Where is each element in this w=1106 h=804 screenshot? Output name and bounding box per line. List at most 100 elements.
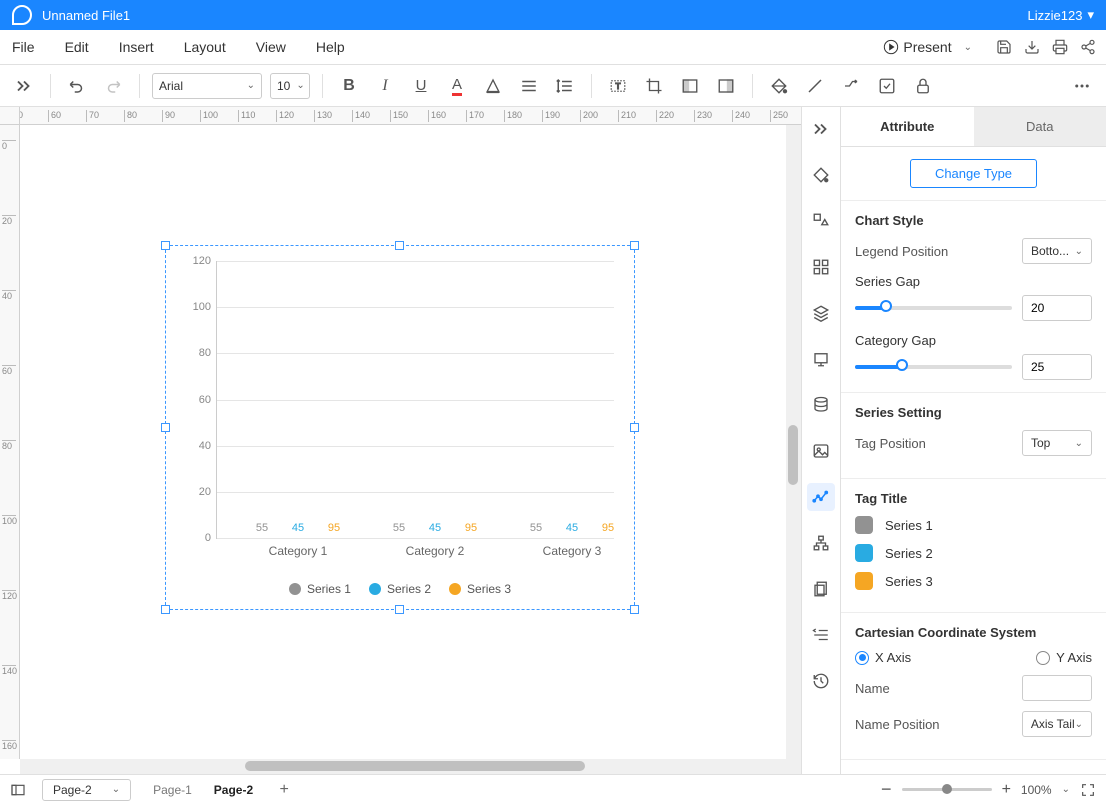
undo-button[interactable] [63,72,91,100]
chart-legend: Series 1Series 2Series 3 [176,582,624,596]
chart-selection[interactable]: 020406080100120554595Category 1554595Cat… [165,245,635,610]
line-button[interactable] [801,72,829,100]
history-icon[interactable] [807,667,835,695]
resize-handle-br[interactable] [630,605,639,614]
ruler-horizontal: 5060708090100110120130140150160170180190… [20,107,801,125]
orgchart-icon[interactable] [807,529,835,557]
resize-handle-tr[interactable] [630,241,639,250]
y-axis-radio[interactable]: Y Axis [1036,650,1092,665]
ruler-corner [0,107,20,125]
category-gap-slider[interactable] [855,365,1012,369]
page-select[interactable]: Page-2⌄ [42,779,131,801]
fill-button[interactable] [765,72,793,100]
font-size-select[interactable]: 10⌄ [270,73,310,99]
expand-panel-icon[interactable] [807,115,835,143]
zoom-out-button[interactable]: − [881,779,892,800]
legend-position-select[interactable]: Botto...⌄ [1022,238,1092,264]
more-button[interactable] [1068,72,1096,100]
resize-handle-bl[interactable] [161,605,170,614]
name-position-label: Name Position [855,717,940,732]
name-position-select[interactable]: Axis Tail⌄ [1022,711,1092,737]
export-icon[interactable] [1024,39,1040,55]
crop-button[interactable] [640,72,668,100]
line-spacing-button[interactable] [551,72,579,100]
connector-button[interactable] [837,72,865,100]
chart-icon[interactable] [807,483,835,511]
tab-data[interactable]: Data [974,107,1106,146]
database-icon[interactable] [807,391,835,419]
font-select[interactable]: Arial⌄ [152,73,262,99]
fullscreen-icon[interactable] [1080,782,1096,798]
align-button[interactable] [515,72,543,100]
underline-button[interactable]: U [407,72,435,100]
menu-insert[interactable]: Insert [119,39,154,55]
share-icon[interactable] [1080,39,1096,55]
tag-position-select[interactable]: Top⌄ [1022,430,1092,456]
layers-icon[interactable] [807,299,835,327]
series-gap-label: Series Gap [855,274,920,289]
user-menu[interactable]: Lizzie123 ▾ [1028,7,1094,23]
lock-button[interactable] [909,72,937,100]
canvas-area[interactable]: 5060708090100110120130140150160170180190… [0,107,801,774]
resize-handle-ml[interactable] [161,423,170,432]
series-item[interactable]: Series 1 [855,516,1092,534]
canvas[interactable]: 020406080100120554595Category 1554595Cat… [20,125,801,759]
collapse-sidebar-icon[interactable] [10,72,38,100]
grid-icon[interactable] [807,253,835,281]
series-item[interactable]: Series 2 [855,544,1092,562]
category-gap-input[interactable] [1022,354,1092,380]
style-icon[interactable] [807,161,835,189]
bold-button[interactable]: B [335,72,363,100]
text-box-button[interactable]: T [604,72,632,100]
add-page-button[interactable]: + [275,781,293,799]
menu-view[interactable]: View [256,39,286,55]
tag-position-label: Tag Position [855,436,926,451]
slides-icon[interactable] [807,345,835,373]
highlight-button[interactable] [479,72,507,100]
tab-attribute[interactable]: Attribute [841,107,974,146]
menu-file[interactable]: File [12,39,35,55]
zoom-in-button[interactable]: + [1002,781,1011,799]
resize-handle-tl[interactable] [161,241,170,250]
axis-name-label: Name [855,681,890,696]
print-icon[interactable] [1052,39,1068,55]
image-icon[interactable] [807,437,835,465]
clipboard-icon[interactable] [807,575,835,603]
menu-layout[interactable]: Layout [184,39,226,55]
position-right-button[interactable] [712,72,740,100]
shape-icon[interactable] [807,207,835,235]
resize-handle-mr[interactable] [630,423,639,432]
present-dropdown[interactable]: ⌄ [964,42,972,53]
page-tab[interactable]: Page-1 [147,783,198,797]
present-button[interactable]: Present [883,39,951,55]
series-gap-slider[interactable] [855,306,1012,310]
axis-name-input[interactable] [1022,675,1092,701]
resize-handle-tm[interactable] [395,241,404,250]
save-icon[interactable] [996,39,1012,55]
file-title: Unnamed File1 [42,8,130,23]
x-axis-radio[interactable]: X Axis [855,650,911,665]
font-color-button[interactable]: A [443,72,471,100]
scrollbar-vertical[interactable] [786,125,801,759]
scrollbar-horizontal[interactable] [20,759,801,774]
redo-button[interactable] [99,72,127,100]
page-tab[interactable]: Page-2 [208,783,259,797]
series-gap-input[interactable] [1022,295,1092,321]
scrollbar-thumb[interactable] [245,761,585,771]
tag-title-heading: Tag Title [855,491,1092,506]
series-item[interactable]: Series 3 [855,572,1092,590]
outline-view-icon[interactable] [10,782,26,798]
legend-position-label: Legend Position [855,244,948,259]
menu-help[interactable]: Help [316,39,345,55]
scrollbar-thumb[interactable] [788,425,798,485]
zoom-level[interactable]: 100% [1021,783,1052,797]
zoom-slider[interactable] [902,788,992,791]
resize-handle-bm[interactable] [395,605,404,614]
align-icon[interactable] [807,621,835,649]
menu-edit[interactable]: Edit [65,39,89,55]
position-left-button[interactable] [676,72,704,100]
checkbox-button[interactable] [873,72,901,100]
change-type-button[interactable]: Change Type [910,159,1037,188]
toolbar: Arial⌄ 10⌄ B I U A T [0,65,1106,107]
italic-button[interactable]: I [371,72,399,100]
